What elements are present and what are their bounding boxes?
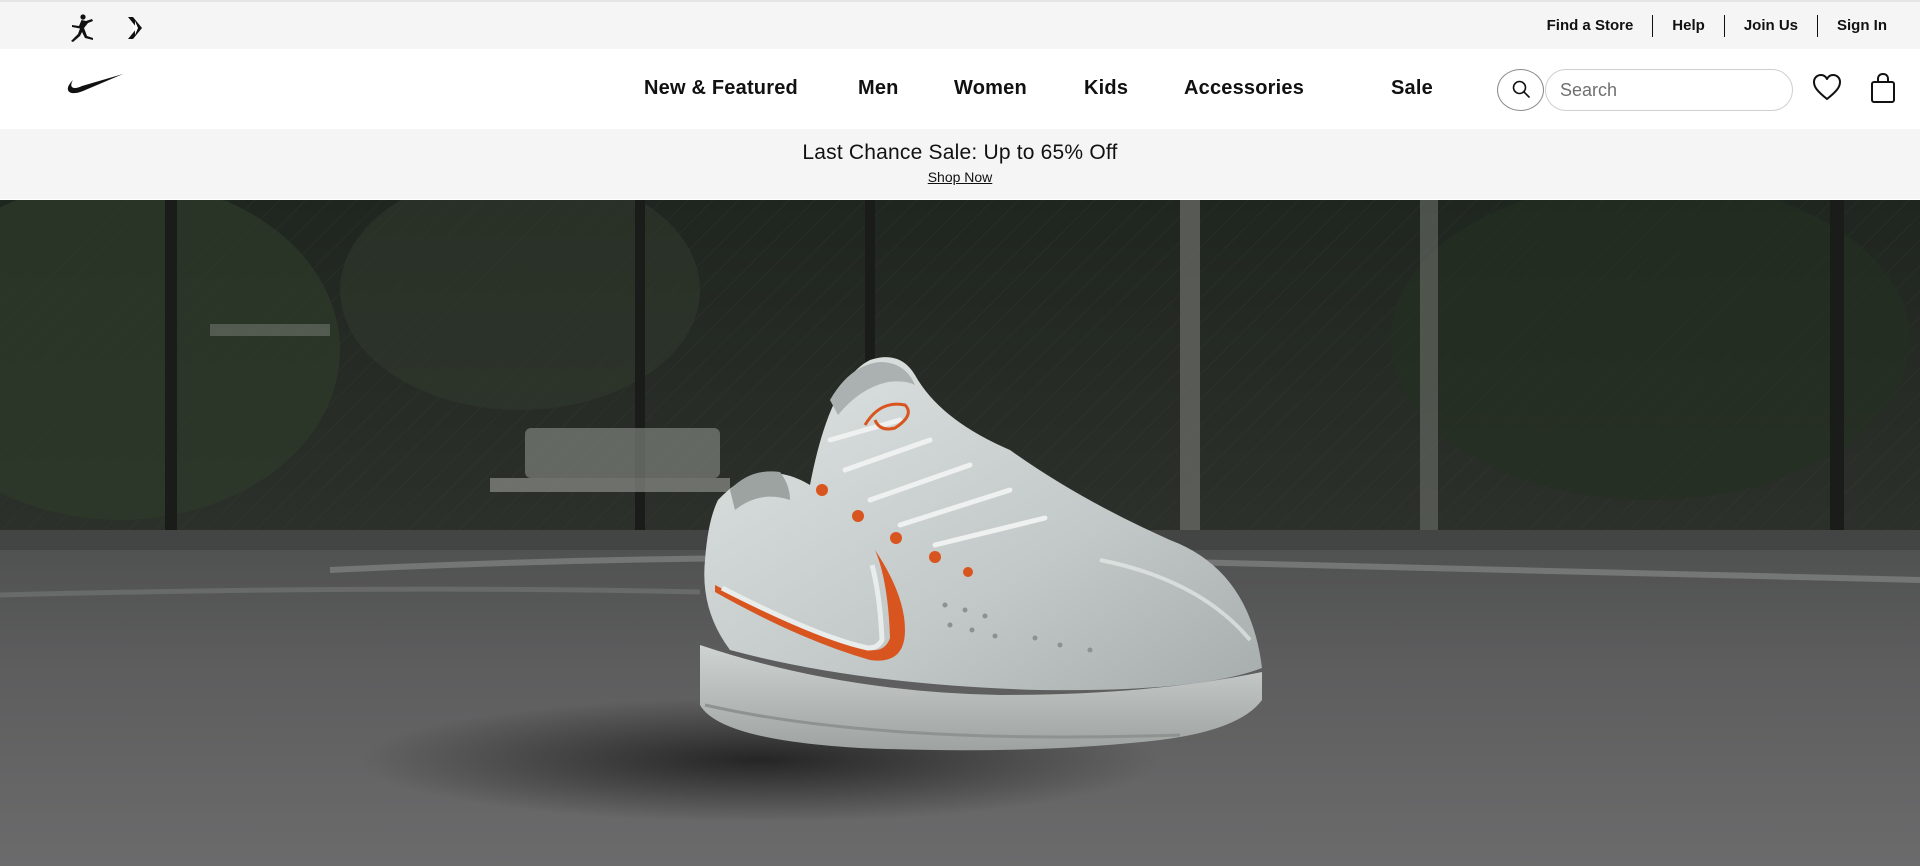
join-us-link[interactable]: Join Us: [1723, 14, 1817, 37]
heart-icon: [1812, 73, 1842, 104]
search-button[interactable]: [1497, 69, 1544, 111]
nav-item-women[interactable]: Women: [954, 77, 1027, 100]
search-input[interactable]: [1545, 69, 1793, 111]
nav-item-sale[interactable]: Sale: [1391, 77, 1433, 100]
search-icon: [1511, 79, 1531, 102]
utility-bar: Find a Store Help Join Us Sign In: [0, 0, 1920, 49]
shopping-bag-icon: [1869, 72, 1897, 107]
jordan-jumpman-icon[interactable]: [66, 12, 98, 44]
brand-links: [66, 12, 152, 44]
find-a-store-link[interactable]: Find a Store: [1528, 15, 1653, 37]
nav-item-men[interactable]: Men: [858, 77, 899, 100]
help-link[interactable]: Help: [1652, 14, 1724, 37]
promo-banner: Last Chance Sale: Up to 65% Off Shop Now: [0, 129, 1920, 199]
nav-item-new-featured[interactable]: New & Featured: [644, 77, 798, 100]
nav-item-kids[interactable]: Kids: [1084, 77, 1128, 100]
bag-button[interactable]: [1866, 71, 1900, 107]
sign-in-link[interactable]: Sign In: [1817, 14, 1887, 37]
shop-now-link[interactable]: Shop Now: [0, 169, 1920, 185]
nav-item-accessories[interactable]: Accessories: [1184, 77, 1304, 100]
hero-image[interactable]: [0, 200, 1920, 866]
converse-icon[interactable]: [120, 12, 152, 44]
main-header: New & Featured Men Women Kids Accessorie…: [0, 49, 1920, 129]
favorites-button[interactable]: [1810, 71, 1844, 105]
promo-title: Last Chance Sale: Up to 65% Off: [802, 141, 1118, 164]
utility-links: Find a Store Help Join Us Sign In: [1528, 2, 1887, 49]
